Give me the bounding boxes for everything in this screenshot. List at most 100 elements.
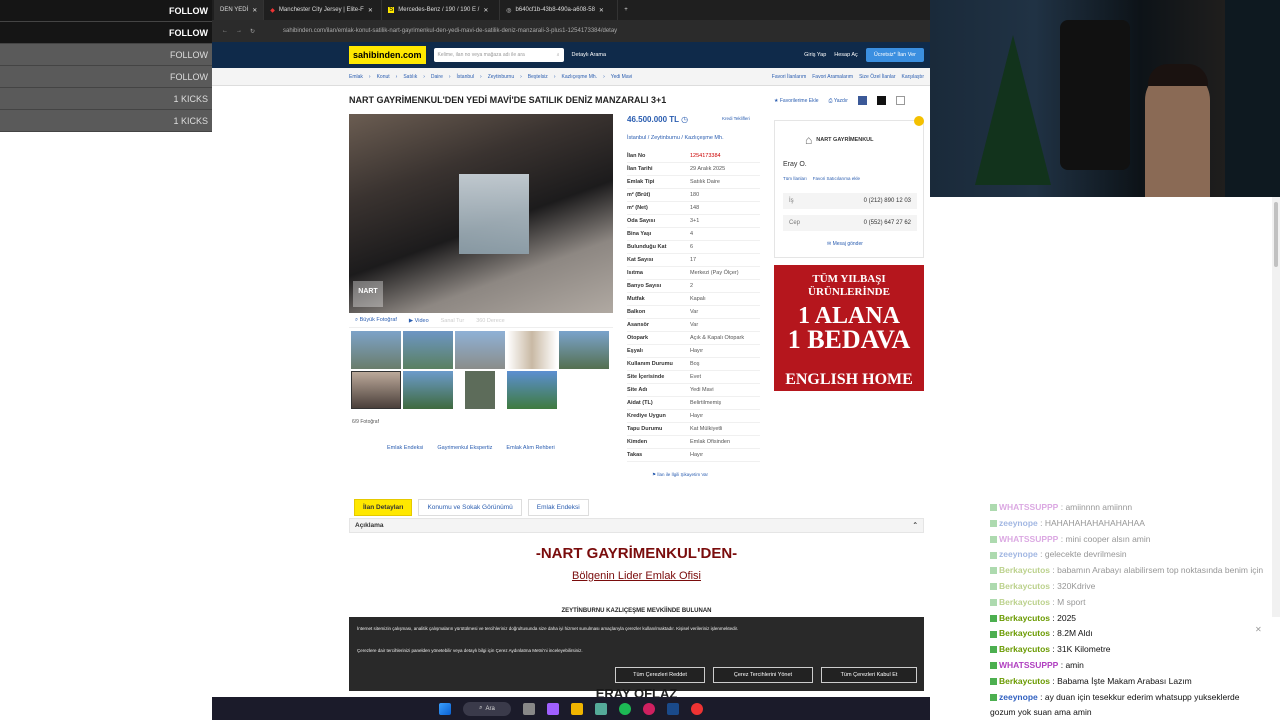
breadcrumb-item[interactable]: Konut	[377, 74, 390, 80]
favorites-link[interactable]: Favori İlanlarım	[772, 74, 806, 80]
thumbnail[interactable]	[403, 371, 453, 409]
browser-tab-active[interactable]: DEN YEDİ ✕	[214, 0, 265, 20]
browser-tab[interactable]: ◆ Manchester City Jersey | Elite-F ✕	[264, 0, 383, 20]
chat-username[interactable]: zeeynope	[999, 692, 1038, 702]
scrollbar-thumb[interactable]	[1274, 202, 1278, 267]
thumbnail[interactable]	[351, 371, 401, 409]
x-icon[interactable]	[876, 96, 886, 105]
url-text[interactable]: sahibinden.com/ilan/emlak-konut-satilik-…	[283, 28, 617, 34]
manage-cookies-button[interactable]: Çerez Tercihlerini Yönet	[713, 667, 813, 683]
facebook-icon[interactable]	[857, 96, 867, 105]
seller-name[interactable]: Eray O.	[783, 161, 807, 168]
listing-location[interactable]: İstanbul / Zeytinburnu / Kazlıçeşme Mh.	[627, 135, 724, 141]
thumbnail[interactable]	[351, 331, 401, 369]
favorite-seller-link[interactable]: Favori Satıcılarıma ekle	[813, 176, 860, 181]
complaint-link[interactable]: ⚑ İlan ile İlgili Şikayetim Var	[652, 472, 708, 478]
thumbnail[interactable]	[507, 371, 557, 409]
chat-username[interactable]: Berkaycutos	[999, 613, 1050, 623]
copilot-icon[interactable]	[547, 702, 559, 715]
thumbnail[interactable]	[507, 331, 557, 369]
breadcrumb-item[interactable]: İstanbul	[457, 74, 475, 80]
badge-icon	[990, 599, 997, 607]
close-icon[interactable]: ✕	[483, 7, 488, 14]
ekspertiz-link[interactable]: Gayrimenkul Ekspertiz	[437, 445, 492, 451]
browser-tab[interactable]: ◎ b640cf1b-43b8-490a-a608-58 ✕	[500, 0, 619, 20]
breadcrumb-item[interactable]: Beştelsiz	[528, 74, 548, 80]
taskbar-search[interactable]: ⌕ Ara	[463, 701, 511, 716]
breadcrumb-item[interactable]: Zeytinburnu	[488, 74, 514, 80]
breadcrumb-item[interactable]: Daire	[431, 74, 443, 80]
collapse-icon[interactable]: ⌃	[913, 519, 918, 533]
browser-tab[interactable]: S Mercedes-Benz / 190 / 190 E / ✕	[382, 0, 501, 20]
chat-username[interactable]: WHATSSUPPP	[999, 502, 1058, 512]
breadcrumb-item[interactable]: Yedi Mavi	[611, 74, 633, 80]
tab-emlak-endeksi[interactable]: Emlak Endeksi	[527, 499, 589, 516]
ad-banner[interactable]: TÜM YILBAŞI ÜRÜNLERİNDE 1 ALANA 1 BEDAVA…	[774, 265, 924, 391]
search-input[interactable]: Kelime, ilan no veya mağaza adı ile ara ⌕	[433, 48, 564, 62]
steam-icon[interactable]	[667, 702, 679, 715]
thumbnail[interactable]	[455, 331, 505, 369]
post-ad-button[interactable]: Ücretsiz* İlan Ver	[865, 48, 924, 62]
send-message-link[interactable]: ✉ Mesaj gönder	[827, 241, 863, 247]
detailed-search-link[interactable]: Detaylı Arama	[572, 52, 607, 58]
spotify-icon[interactable]	[619, 702, 631, 715]
special-ads-link[interactable]: Size Özel İlanlar	[859, 74, 895, 80]
compare-link[interactable]: Karşılaştır	[901, 74, 924, 80]
tab-listing-details[interactable]: İlan Detayları	[354, 499, 413, 516]
phone-row-work[interactable]: İş 0 (212) 890 12 03	[783, 193, 917, 209]
chat-username[interactable]: zeeynope	[999, 549, 1038, 559]
tab-location[interactable]: Konumu ve Sokak Görünümü	[418, 499, 522, 516]
windows-start-icon[interactable]	[439, 702, 451, 715]
obs-icon[interactable]	[691, 702, 703, 715]
search-icon[interactable]: ⌕	[557, 52, 560, 58]
chat-username[interactable]: Berkaycutos	[999, 644, 1050, 654]
thumbnail[interactable]	[559, 331, 609, 369]
breadcrumb-item[interactable]: Emlak	[349, 74, 363, 80]
phone-row-mobile[interactable]: Cep 0 (552) 647 27 62	[783, 215, 917, 231]
all-listings-link[interactable]: Tüm İlanları	[783, 176, 807, 181]
thumbnail[interactable]	[403, 331, 453, 369]
chat-username[interactable]: WHATSSUPPP	[999, 660, 1058, 670]
chat-username[interactable]: Berkaycutos	[999, 628, 1050, 638]
register-link[interactable]: Hesap Aç	[834, 52, 858, 58]
site-logo[interactable]: sahibinden.com	[349, 46, 426, 64]
seller-logo[interactable]: ⌂ NART GAYRİMENKUL	[805, 127, 895, 153]
main-photo[interactable]: NART	[349, 114, 613, 313]
app-icon[interactable]	[643, 702, 655, 715]
chat-username[interactable]: zeeynope	[999, 518, 1038, 528]
reject-cookies-button[interactable]: Tüm Çerezleri Reddet	[615, 667, 705, 683]
accept-cookies-button[interactable]: Tüm Çerezleri Kabul Et	[821, 667, 917, 683]
description-header[interactable]: Açıklama ⌃	[349, 518, 924, 533]
detail-label: Tapu Durumu	[627, 426, 663, 432]
tab-video[interactable]: ▶ Video	[409, 318, 429, 324]
chrome-icon[interactable]	[595, 702, 607, 715]
guide-link[interactable]: Emlak Alım Rehberi	[506, 445, 554, 451]
email-icon[interactable]	[895, 96, 905, 105]
reload-icon[interactable]: ↻	[250, 28, 255, 35]
emlak-endeksi-link[interactable]: Emlak Endeksi	[387, 445, 423, 451]
history-icon[interactable]: ◷	[681, 115, 688, 124]
print-button[interactable]: ⎙ Yazdır	[829, 98, 848, 104]
close-icon[interactable]: ✕	[252, 7, 257, 14]
file-explorer-icon[interactable]	[571, 702, 583, 715]
close-icon[interactable]: ✕	[599, 7, 604, 14]
login-link[interactable]: Giriş Yap	[804, 52, 826, 58]
forward-icon[interactable]: →	[236, 28, 242, 34]
new-tab-button[interactable]: +	[618, 0, 634, 20]
chat-username[interactable]: Berkaycutos	[999, 565, 1050, 575]
task-view-icon[interactable]	[523, 702, 535, 715]
chat-username[interactable]: Berkaycutos	[999, 597, 1050, 607]
favorite-searches-link[interactable]: Favori Aramalarım	[812, 74, 853, 80]
chat-username[interactable]: Berkaycutos	[999, 676, 1050, 686]
credit-offers-link[interactable]: Kredi Teklifleri	[722, 116, 750, 121]
breadcrumb-item[interactable]: Kazlıçeşme Mh.	[561, 74, 597, 80]
favorite-button[interactable]: ★ Favorilerime Ekle	[774, 98, 819, 104]
thumbnail[interactable]	[455, 371, 505, 409]
back-icon[interactable]: ←	[222, 28, 228, 34]
chat-username[interactable]: Berkaycutos	[999, 581, 1050, 591]
close-icon[interactable]: ✕	[368, 7, 373, 14]
address-bar[interactable]: ← → ↻ sahibinden.com/ilan/emlak-konut-sa…	[212, 20, 930, 42]
breadcrumb-item[interactable]: Satılık	[403, 74, 417, 80]
tab-big-photo[interactable]: ⌕ Büyük Fotoğraf	[355, 317, 397, 324]
chat-username[interactable]: WHATSSUPPP	[999, 534, 1058, 544]
